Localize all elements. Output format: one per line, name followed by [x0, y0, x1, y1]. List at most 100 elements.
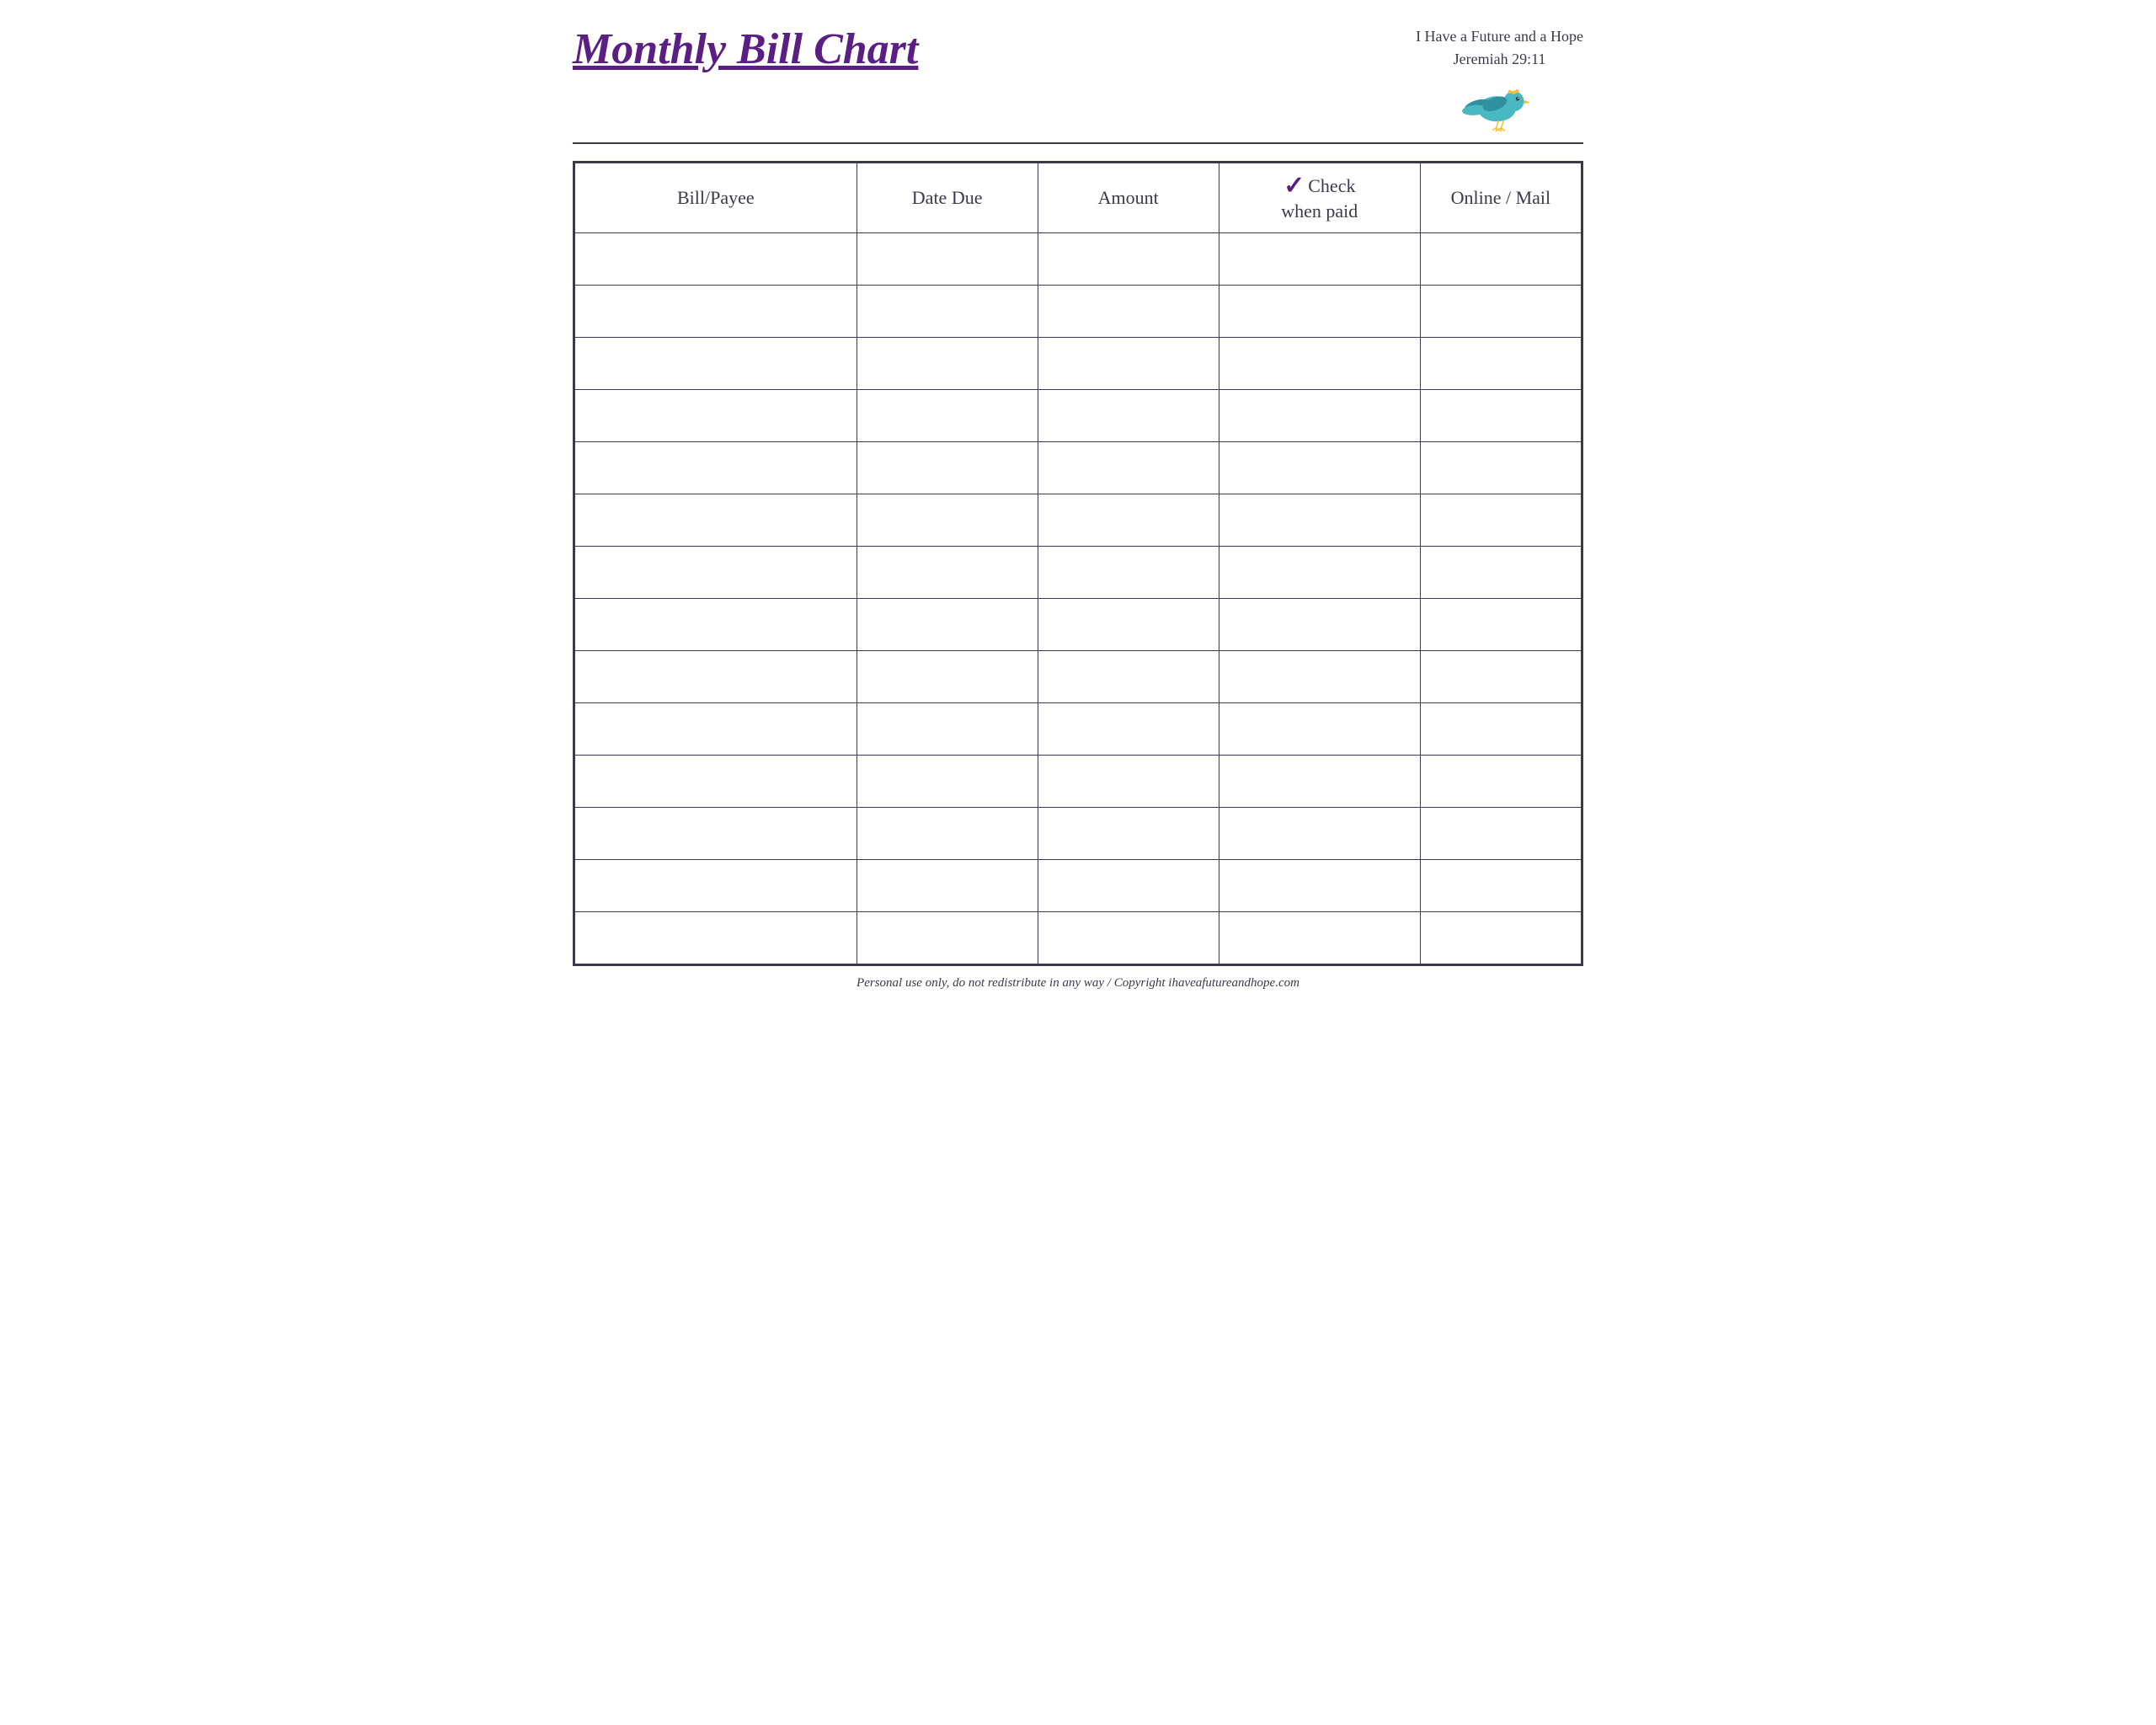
table-cell — [1219, 860, 1420, 912]
table-cell — [1038, 599, 1219, 651]
table-cell — [575, 912, 857, 964]
table-cell — [575, 547, 857, 599]
table-cell — [1420, 286, 1581, 338]
table-row — [575, 442, 1582, 494]
table-cell — [1038, 390, 1219, 442]
table-cell — [1420, 338, 1581, 390]
table-cell — [857, 494, 1038, 547]
table-cell — [575, 651, 857, 703]
table-cell — [857, 338, 1038, 390]
table-cell — [575, 756, 857, 808]
table-cell — [1420, 808, 1581, 860]
scripture-text: I Have a Future and a Hope Jeremiah 29:1… — [1416, 25, 1583, 71]
table-cell — [1219, 286, 1420, 338]
table-cell — [1420, 860, 1581, 912]
checkmark-icon: ✓ — [1283, 174, 1305, 199]
page: Monthly Bill Chart I Have a Future and a… — [539, 0, 1617, 1007]
table-body — [575, 233, 1582, 964]
table-cell — [857, 651, 1038, 703]
table-cell — [575, 442, 857, 494]
table-cell — [1038, 338, 1219, 390]
table-row — [575, 547, 1582, 599]
table-cell — [857, 703, 1038, 756]
table-cell — [575, 233, 857, 286]
bill-table-container: Bill/Payee Date Due Amount ✓ Check — [573, 161, 1583, 966]
table-cell — [1420, 547, 1581, 599]
table-cell — [857, 756, 1038, 808]
table-cell — [1420, 442, 1581, 494]
table-row — [575, 599, 1582, 651]
table-row — [575, 390, 1582, 442]
table-cell — [1219, 756, 1420, 808]
bird-icon — [1462, 75, 1538, 134]
table-cell — [857, 808, 1038, 860]
table-row — [575, 651, 1582, 703]
table-row — [575, 703, 1582, 756]
table-cell — [1219, 547, 1420, 599]
table-cell — [1219, 703, 1420, 756]
table-cell — [1420, 233, 1581, 286]
table-header-row: Bill/Payee Date Due Amount ✓ Check — [575, 163, 1582, 233]
bird-decoration — [1462, 75, 1538, 134]
table-cell — [575, 703, 857, 756]
table-cell — [575, 494, 857, 547]
table-row — [575, 494, 1582, 547]
table-cell — [1038, 808, 1219, 860]
bill-table: Bill/Payee Date Due Amount ✓ Check — [574, 163, 1582, 964]
table-cell — [575, 286, 857, 338]
table-cell — [1219, 912, 1420, 964]
table-cell — [575, 808, 857, 860]
footer-text: Personal use only, do not redistribute i… — [573, 976, 1583, 991]
col-header-date-due: Date Due — [857, 163, 1038, 233]
table-cell — [1038, 233, 1219, 286]
table-cell — [1219, 494, 1420, 547]
table-cell — [1038, 442, 1219, 494]
table-cell — [1219, 808, 1420, 860]
table-cell — [1420, 494, 1581, 547]
col-header-online-mail: Online / Mail — [1420, 163, 1581, 233]
table-row — [575, 286, 1582, 338]
table-cell — [857, 860, 1038, 912]
table-cell — [1219, 599, 1420, 651]
table-cell — [1038, 756, 1219, 808]
table-cell — [1038, 860, 1219, 912]
table-cell — [1420, 756, 1581, 808]
table-cell — [1038, 547, 1219, 599]
table-row — [575, 860, 1582, 912]
col-header-check-when-paid: ✓ Check when paid — [1219, 163, 1420, 233]
table-row — [575, 808, 1582, 860]
table-cell — [1219, 442, 1420, 494]
table-cell — [1219, 651, 1420, 703]
table-cell — [575, 860, 857, 912]
table-cell — [857, 547, 1038, 599]
table-cell — [575, 338, 857, 390]
table-cell — [857, 233, 1038, 286]
table-cell — [1420, 912, 1581, 964]
table-cell — [857, 390, 1038, 442]
table-cell — [575, 390, 857, 442]
table-cell — [1420, 651, 1581, 703]
table-cell — [857, 599, 1038, 651]
table-cell — [1219, 338, 1420, 390]
table-cell — [1038, 912, 1219, 964]
table-cell — [1038, 286, 1219, 338]
table-cell — [1420, 703, 1581, 756]
header: Monthly Bill Chart I Have a Future and a… — [573, 25, 1583, 144]
table-cell — [1038, 703, 1219, 756]
table-cell — [857, 442, 1038, 494]
table-cell — [857, 286, 1038, 338]
header-right: I Have a Future and a Hope Jeremiah 29:1… — [1416, 25, 1583, 134]
table-cell — [1420, 599, 1581, 651]
table-row — [575, 756, 1582, 808]
table-cell — [1219, 390, 1420, 442]
table-row — [575, 233, 1582, 286]
col-header-amount: Amount — [1038, 163, 1219, 233]
col-header-bill-payee: Bill/Payee — [575, 163, 857, 233]
table-cell — [575, 599, 857, 651]
table-cell — [1038, 494, 1219, 547]
table-cell — [1420, 390, 1581, 442]
table-row — [575, 912, 1582, 964]
table-cell — [857, 912, 1038, 964]
table-cell — [1219, 233, 1420, 286]
table-cell — [1038, 651, 1219, 703]
